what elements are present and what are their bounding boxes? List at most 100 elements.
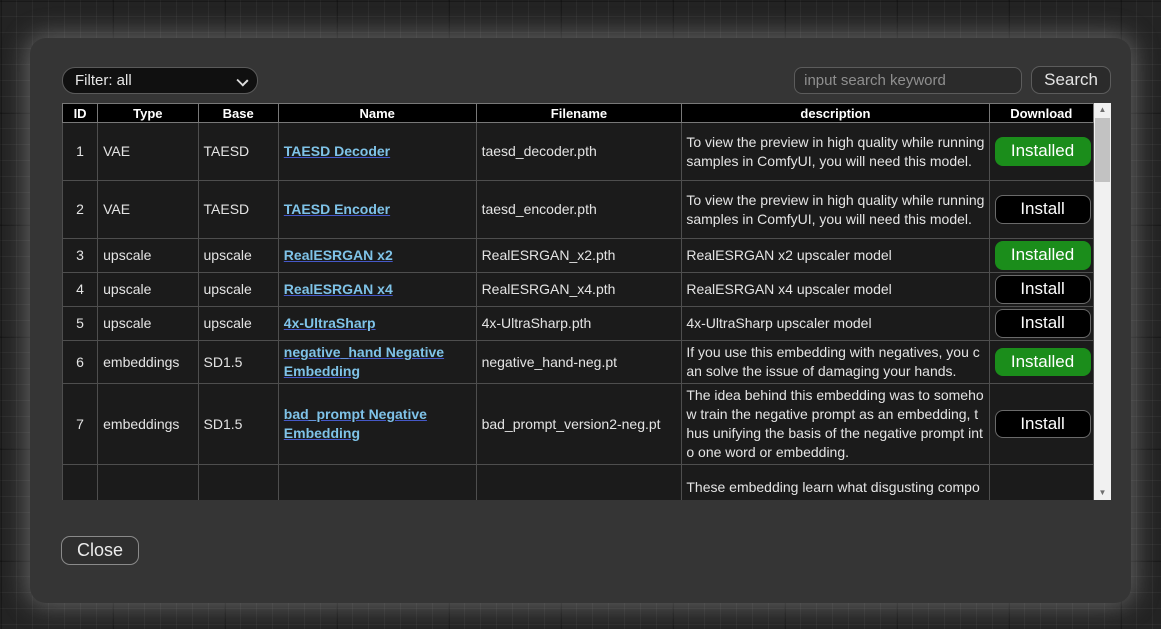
header-download: Download xyxy=(989,104,1093,123)
cell-id: 3 xyxy=(63,239,98,273)
cell-download: Installed xyxy=(989,341,1093,384)
search-input[interactable] xyxy=(794,67,1022,94)
cell-base: SD1.5 xyxy=(198,341,278,384)
download-button[interactable]: Install xyxy=(995,275,1091,303)
download-button[interactable]: Installed xyxy=(995,348,1091,376)
cell-type: upscale xyxy=(98,239,198,273)
cell-name: RealESRGAN x4 xyxy=(278,273,476,307)
cell-filename: taesd_encoder.pth xyxy=(476,181,682,239)
close-button[interactable]: Close xyxy=(61,536,139,565)
search-button[interactable]: Search xyxy=(1031,66,1111,93)
download-button[interactable]: Install xyxy=(995,410,1091,438)
table-row: 2 VAE TAESD TAESD Encoder taesd_encoder.… xyxy=(63,181,1094,239)
cell-id: 6 xyxy=(63,341,98,384)
cell-description: 4x-UltraSharp upscaler model xyxy=(682,307,989,341)
models-table: ID Type Base Name Filename description D… xyxy=(62,103,1094,500)
cell-id: 7 xyxy=(63,384,98,465)
model-link[interactable]: 4x-UltraSharp xyxy=(284,315,376,331)
cell-filename: negative_hand-neg.pt xyxy=(476,341,682,384)
model-link[interactable]: negative_hand Negative Embedding xyxy=(284,344,444,379)
models-table-zone: ID Type Base Name Filename description D… xyxy=(62,103,1111,500)
cell-filename: bad_prompt_version2-neg.pt xyxy=(476,384,682,465)
download-button[interactable]: Install xyxy=(995,195,1091,223)
cell-name: TAESD Encoder xyxy=(278,181,476,239)
cell-download: Install xyxy=(989,181,1093,239)
table-header-row: ID Type Base Name Filename description D… xyxy=(63,104,1094,123)
cell-type: embeddings xyxy=(98,341,198,384)
cell-description: To view the preview in high quality whil… xyxy=(682,181,989,239)
cell-download: Install xyxy=(989,273,1093,307)
cell-filename: RealESRGAN_x2.pth xyxy=(476,239,682,273)
header-type: Type xyxy=(98,104,198,123)
download-button[interactable]: Installed xyxy=(995,137,1091,165)
model-link[interactable]: TAESD Decoder xyxy=(284,143,390,159)
filter-select-wrap: Filter: all xyxy=(62,67,258,94)
header-description: description xyxy=(682,104,989,123)
cell-description: RealESRGAN x2 upscaler model xyxy=(682,239,989,273)
cell-type xyxy=(98,465,198,501)
download-button[interactable]: Installed xyxy=(995,241,1091,269)
cell-type: VAE xyxy=(98,123,198,181)
cell-base: TAESD xyxy=(198,123,278,181)
cell-type: VAE xyxy=(98,181,198,239)
cell-id: 5 xyxy=(63,307,98,341)
cell-id: 4 xyxy=(63,273,98,307)
cell-base: TAESD xyxy=(198,181,278,239)
download-button[interactable]: Install xyxy=(995,309,1091,337)
table-row: These embedding learn what disgusting co… xyxy=(63,465,1094,501)
cell-type: embeddings xyxy=(98,384,198,465)
cell-filename xyxy=(476,465,682,501)
table-row: 4 upscale upscale RealESRGAN x4 RealESRG… xyxy=(63,273,1094,307)
header-id: ID xyxy=(63,104,98,123)
table-row: 6 embeddings SD1.5 negative_hand Negativ… xyxy=(63,341,1094,384)
cell-base: upscale xyxy=(198,239,278,273)
toolbar: Filter: all Search xyxy=(62,66,1111,94)
cell-download xyxy=(989,465,1093,501)
cell-download: Install xyxy=(989,307,1093,341)
cell-name: bad_prompt Negative Embedding xyxy=(278,384,476,465)
table-scrollbar[interactable]: ▲ ▼ xyxy=(1094,103,1111,500)
table-row: 7 embeddings SD1.5 bad_prompt Negative E… xyxy=(63,384,1094,465)
cell-name: TAESD Decoder xyxy=(278,123,476,181)
install-models-dialog: Filter: all Search ID Type Base Name Fi xyxy=(30,38,1131,603)
header-name: Name xyxy=(278,104,476,123)
cell-type: upscale xyxy=(98,273,198,307)
model-link[interactable]: TAESD Encoder xyxy=(284,201,390,217)
scroll-up-icon[interactable]: ▲ xyxy=(1094,103,1111,117)
table-row: 1 VAE TAESD TAESD Decoder taesd_decoder.… xyxy=(63,123,1094,181)
cell-base: upscale xyxy=(198,307,278,341)
cell-type: upscale xyxy=(98,307,198,341)
cell-base: SD1.5 xyxy=(198,384,278,465)
scroll-down-icon[interactable]: ▼ xyxy=(1094,486,1111,500)
cell-id xyxy=(63,465,98,501)
cell-id: 2 xyxy=(63,181,98,239)
model-link[interactable]: RealESRGAN x2 xyxy=(284,247,393,263)
cell-filename: taesd_decoder.pth xyxy=(476,123,682,181)
table-row: 3 upscale upscale RealESRGAN x2 RealESRG… xyxy=(63,239,1094,273)
cell-name: RealESRGAN x2 xyxy=(278,239,476,273)
cell-description: To view the preview in high quality whil… xyxy=(682,123,989,181)
header-base: Base xyxy=(198,104,278,123)
cell-description: RealESRGAN x4 upscaler model xyxy=(682,273,989,307)
header-filename: Filename xyxy=(476,104,682,123)
scrollbar-thumb[interactable] xyxy=(1095,118,1110,182)
cell-description: These embedding learn what disgusting co… xyxy=(682,465,989,501)
cell-filename: 4x-UltraSharp.pth xyxy=(476,307,682,341)
cell-name xyxy=(278,465,476,501)
cell-filename: RealESRGAN_x4.pth xyxy=(476,273,682,307)
filter-select[interactable]: Filter: all xyxy=(62,67,258,94)
cell-description: If you use this embedding with negatives… xyxy=(682,341,989,384)
table-row: 5 upscale upscale 4x-UltraSharp 4x-Ultra… xyxy=(63,307,1094,341)
cell-base xyxy=(198,465,278,501)
cell-name: negative_hand Negative Embedding xyxy=(278,341,476,384)
cell-download: Install xyxy=(989,384,1093,465)
cell-id: 1 xyxy=(63,123,98,181)
search-group: Search xyxy=(794,66,1111,93)
cell-name: 4x-UltraSharp xyxy=(278,307,476,341)
cell-download: Installed xyxy=(989,239,1093,273)
model-link[interactable]: RealESRGAN x4 xyxy=(284,281,393,297)
cell-base: upscale xyxy=(198,273,278,307)
model-link[interactable]: bad_prompt Negative Embedding xyxy=(284,406,427,441)
cell-description: The idea behind this embedding was to so… xyxy=(682,384,989,465)
cell-download: Installed xyxy=(989,123,1093,181)
